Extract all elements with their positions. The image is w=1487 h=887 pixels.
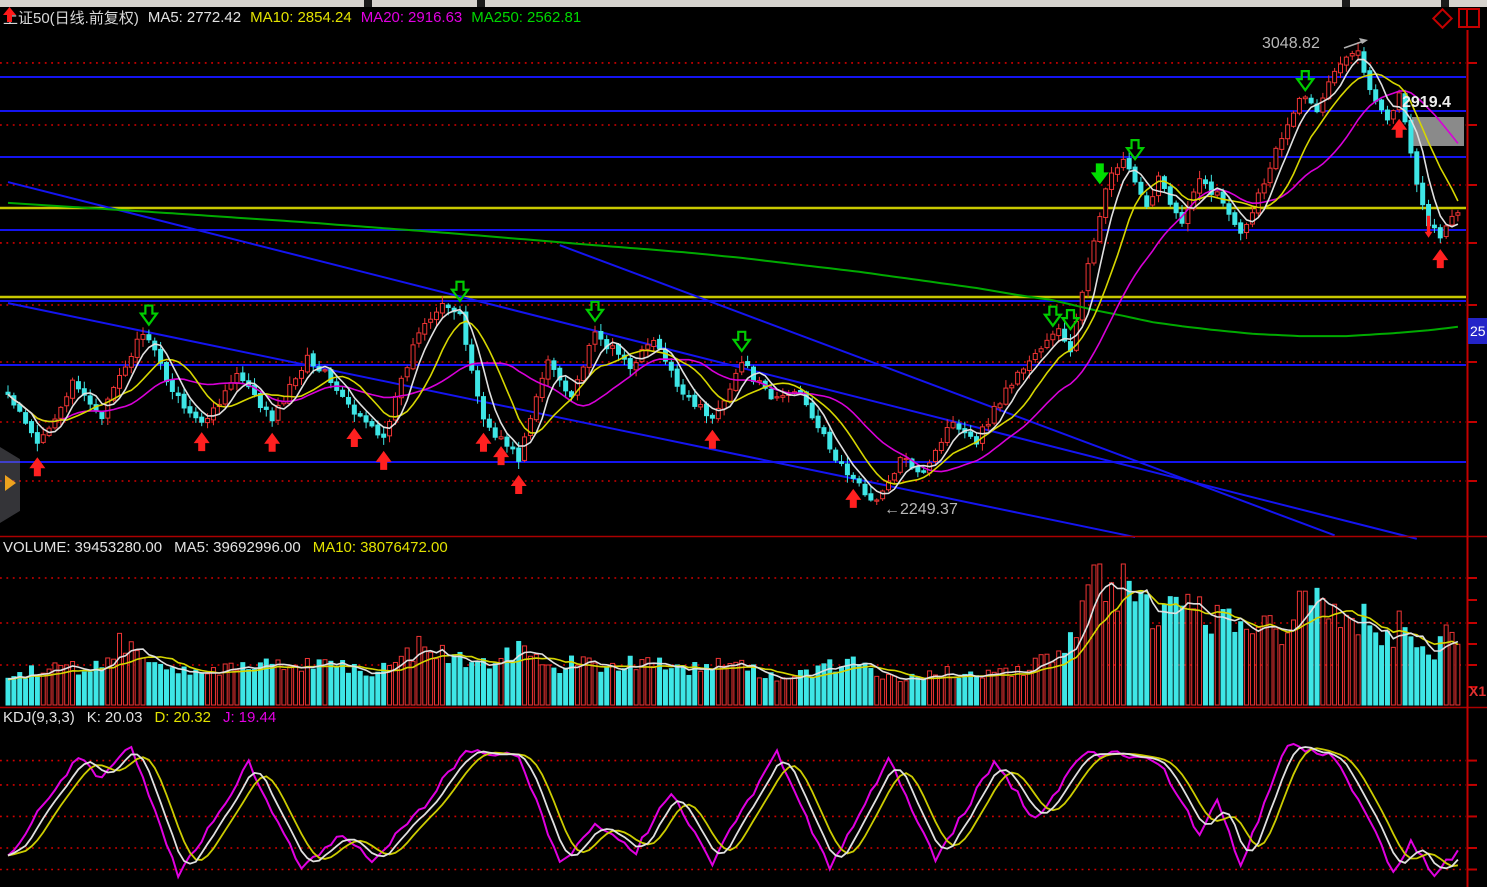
volume-unit-label: X1: [1469, 683, 1487, 699]
volume-ma10: MA10:38076472.00: [313, 539, 448, 556]
toolbar-divider: [477, 0, 485, 7]
kdj-k-value: K:20.03: [87, 709, 143, 726]
chart-canvas[interactable]: [0, 0, 1487, 887]
symbol-title: 上证50(日线.前复权): [3, 7, 139, 28]
toolbar-divider: [1441, 0, 1449, 7]
up-arrow-icon: [3, 7, 16, 22]
peak-price-annotation: 3048.82: [1262, 35, 1320, 53]
kdj-header: KDJ(9,3,3) K:20.03 D:20.32 J:19.44: [3, 709, 276, 726]
expand-arrow-icon: [5, 475, 16, 491]
toolbar-divider: [1342, 0, 1350, 7]
volume-value: VOLUME:39453280.00: [3, 539, 162, 556]
panel-maximize-icon[interactable]: [1458, 8, 1480, 28]
toolbar-divider: [364, 0, 372, 7]
volume-header: VOLUME:39453280.00 MA5:39692996.00 MA10:…: [3, 539, 448, 556]
latest-price-label: 2919.4: [1402, 94, 1451, 112]
ma250-indicator: MA250:2562.81: [471, 9, 581, 26]
volume-ma5: MA5:39692996.00: [174, 539, 301, 556]
toolbar-bottom-edge: [0, 0, 1487, 7]
ma250-axis-tag: 25: [1468, 318, 1487, 344]
kdj-j-value: J:19.44: [223, 709, 276, 726]
main-chart-header: 上证50(日线.前复权) MA5:2772.42 MA10:2854.24 MA…: [3, 7, 581, 28]
ma10-indicator: MA10:2854.24: [250, 9, 352, 26]
ma5-indicator: MA5:2772.42: [148, 9, 241, 26]
maximize-icon-bar: [1466, 10, 1468, 26]
kdj-d-value: D:20.32: [154, 709, 211, 726]
panel-expand-handle[interactable]: [0, 447, 20, 523]
ma20-indicator: MA20:2916.63: [361, 9, 463, 26]
trough-price-annotation: ←2249.37: [884, 501, 958, 519]
kdj-name: KDJ(9,3,3): [3, 709, 75, 726]
